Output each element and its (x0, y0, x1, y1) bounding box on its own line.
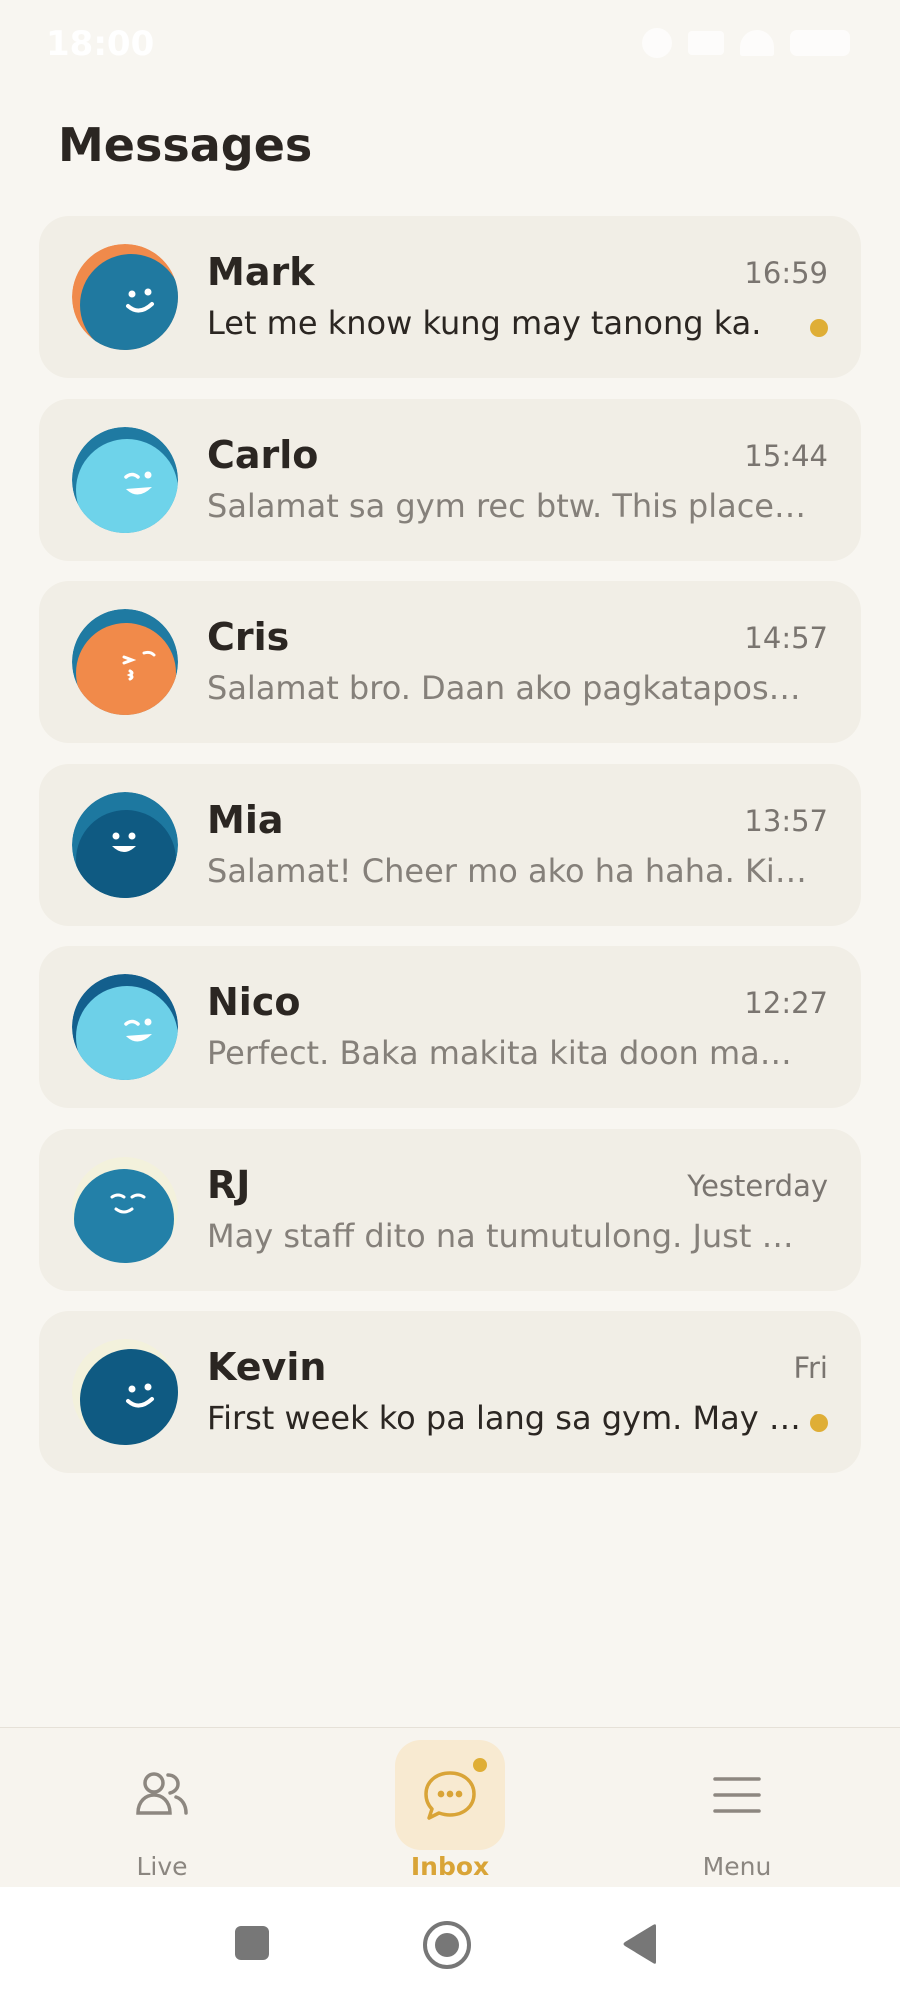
conversation-row-carlo[interactable]: Carlo 15:44 Salamat sa gym rec btw. This… (39, 398, 861, 561)
message-time: 12:27 (744, 986, 828, 1020)
message-preview: Salamat! Cheer mo ako ha haha. Kita sa g… (207, 851, 807, 890)
unread-dot (810, 319, 828, 337)
recents-button[interactable] (235, 1926, 269, 1960)
battery-icon (790, 30, 850, 56)
avatar (72, 426, 178, 533)
nav-label-live: Live (136, 1852, 188, 1881)
back-button[interactable] (620, 1923, 660, 1965)
message-time: 14:57 (744, 621, 828, 655)
conversation-row-nico[interactable]: Nico 12:27 Perfect. Baka makita kita doo… (39, 946, 861, 1108)
people-icon (136, 1772, 188, 1815)
conversation-list: Mark 16:59 Let me know kung may tanong k… (39, 216, 861, 1494)
system-navigation-bar (0, 1887, 900, 2001)
conversation-row-mia[interactable]: Mia 13:57 Salamat! Cheer mo ako ha haha.… (39, 763, 861, 926)
nav-label-inbox: Inbox (410, 1852, 490, 1881)
contact-name: Nico (207, 980, 301, 1024)
nav-live[interactable]: Live (52, 1728, 272, 1888)
avatar (72, 609, 178, 715)
avatar-face-features (126, 1383, 154, 1408)
avatar-face-features (124, 1018, 152, 1042)
message-time: Fri (793, 1351, 828, 1385)
contact-name: Cris (207, 615, 290, 659)
page-title: Messages (58, 118, 313, 172)
nav-menu[interactable]: Menu (627, 1728, 847, 1888)
contact-name: Mark (207, 250, 315, 294)
message-preview: Salamat bro. Daan ako pagkatapos ng shif… (207, 669, 807, 707)
message-time: 16:59 (744, 256, 828, 290)
hamburger-menu-icon (713, 1777, 761, 1813)
contact-name: Carlo (207, 432, 319, 477)
contact-name: RJ (207, 1162, 251, 1207)
bottom-navigation: Live Inbox Menu (0, 1727, 900, 1888)
conversation-row-rj[interactable]: RJ Yesterday May staff dito na tumutulon… (39, 1128, 861, 1291)
message-time: 13:57 (744, 803, 828, 838)
conversation-row-cris[interactable]: Cris 14:57 Salamat bro. Daan ako pagkata… (39, 581, 861, 743)
wifi-icon (740, 30, 774, 56)
message-preview: First week ko pa lang sa gym. May best t… (207, 1399, 807, 1437)
avatar-face-features (122, 650, 156, 681)
avatar (72, 1339, 178, 1445)
avatar (72, 791, 178, 898)
message-time: Yesterday (687, 1168, 828, 1203)
avatar-face-features (124, 471, 152, 495)
conversation-row-mark[interactable]: Mark 16:59 Let me know kung may tanong k… (39, 216, 861, 378)
status-icons (642, 28, 850, 58)
message-preview: Salamat sa gym rec btw. This place is so… (207, 486, 807, 525)
nav-inbox[interactable]: Inbox (340, 1728, 560, 1888)
inbox-badge (471, 1756, 489, 1774)
signal-icon (688, 31, 724, 55)
avatar (72, 974, 178, 1080)
message-preview: Let me know kung may tanong ka. (207, 304, 762, 342)
avatar (72, 1156, 178, 1263)
avatar-face-features (110, 1193, 146, 1213)
nav-icon-wrap (107, 1740, 217, 1850)
message-preview: May staff dito na tumutulong. Just ask t… (207, 1216, 807, 1255)
nav-icon-wrap (395, 1740, 505, 1850)
contact-name: Mia (207, 797, 284, 842)
message-preview: Perfect. Baka makita kita doon mamaya. (207, 1034, 807, 1072)
avatar-face-features (126, 288, 154, 313)
chat-bubble-icon (424, 1771, 476, 1820)
nav-label-menu: Menu (702, 1852, 772, 1881)
home-button[interactable] (423, 1921, 471, 1969)
home-button-center (435, 1933, 459, 1957)
contact-name: Kevin (207, 1345, 327, 1389)
avatar (72, 244, 178, 350)
conversation-row-kevin[interactable]: Kevin Fri First week ko pa lang sa gym. … (39, 1311, 861, 1473)
message-time: 15:44 (744, 438, 828, 473)
status-time: 18:00 (46, 24, 155, 64)
alarm-icon (642, 28, 672, 58)
unread-dot (810, 1414, 828, 1432)
nav-icon-wrap (682, 1740, 792, 1850)
avatar-face-features (112, 832, 136, 852)
status-bar: 18:00 (0, 0, 900, 90)
